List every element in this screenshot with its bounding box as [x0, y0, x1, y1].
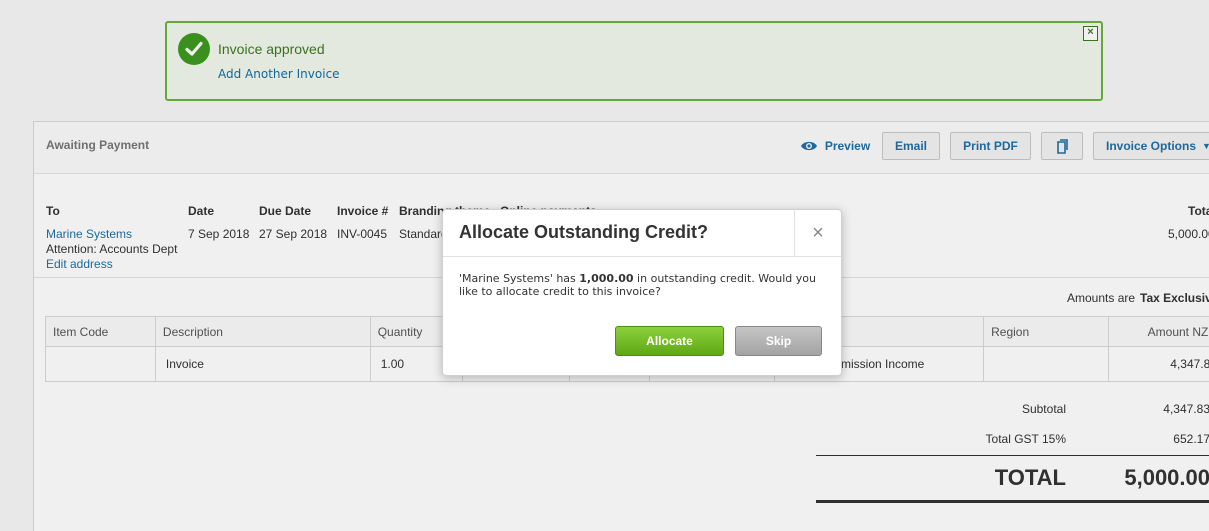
- dialog-divider: [443, 256, 841, 257]
- dialog-message: 'Marine Systems' has 1,000.00 in outstan…: [459, 272, 819, 298]
- dialog-title: Allocate Outstanding Credit?: [459, 222, 709, 242]
- allocate-credit-dialog: Allocate Outstanding Credit? × 'Marine S…: [442, 209, 842, 376]
- allocate-button[interactable]: Allocate: [615, 326, 724, 356]
- credit-amount: 1,000.00: [579, 272, 634, 285]
- message-prefix: 'Marine Systems' has: [459, 272, 580, 285]
- close-icon[interactable]: ×: [794, 210, 841, 256]
- skip-button[interactable]: Skip: [735, 326, 822, 356]
